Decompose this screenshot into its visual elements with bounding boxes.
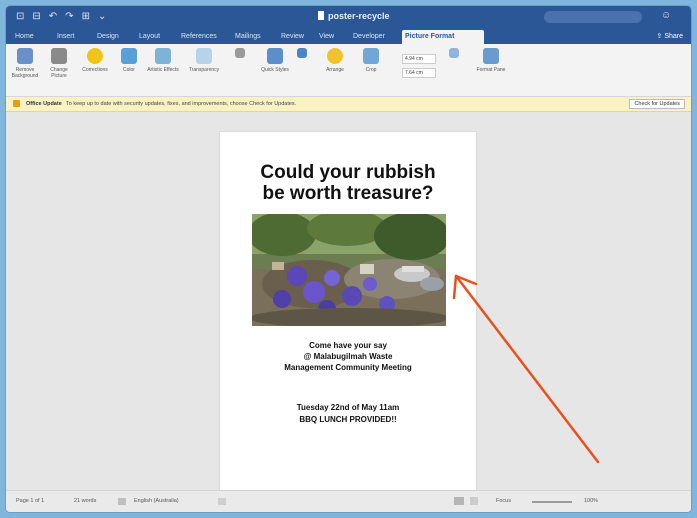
zoom-slider[interactable] <box>532 501 572 503</box>
format-pane-icon <box>483 48 499 64</box>
color-icon <box>121 48 137 64</box>
artistic-effects-button[interactable]: Artistic Effects <box>146 48 180 73</box>
focus-button[interactable]: Focus <box>496 497 511 505</box>
corrections-label: Corrections <box>82 67 108 73</box>
redo-icon[interactable]: ↷ <box>65 10 73 24</box>
transparency-button[interactable]: Transparency <box>182 48 226 73</box>
save-icon[interactable]: ⊟ <box>32 10 40 24</box>
search-input[interactable] <box>544 11 642 23</box>
arrange-label: Arrange <box>326 67 344 73</box>
update-title: Office Update <box>26 101 62 107</box>
document-canvas[interactable]: Could your rubbish be worth treasure? Co… <box>6 112 691 495</box>
remove-background-icon <box>17 48 33 64</box>
quick-access-toolbar: ⊡ ⊟ ↶ ↷ ⊞ ⌄ <box>16 10 106 24</box>
artistic-effects-icon <box>155 48 171 64</box>
accessibility-icon[interactable] <box>218 498 226 505</box>
tab-review[interactable]: Review <box>278 30 307 44</box>
zoom-level[interactable]: 100% <box>584 497 598 505</box>
poster-invitation[interactable]: Come have your say @ Malabugilmah Waste … <box>220 340 476 373</box>
height-field[interactable]: 4.94 cm <box>402 54 436 64</box>
document-title: poster-recycle <box>318 11 390 21</box>
remove-background-label: Remove Background <box>11 67 39 79</box>
print-icon[interactable]: ⊞ <box>82 10 90 24</box>
event-date-line[interactable]: Tuesday 22nd of May 11am <box>220 402 476 414</box>
web-layout-icon[interactable] <box>470 497 478 505</box>
check-for-updates-button[interactable]: Check for Updates <box>629 99 685 109</box>
invitation-line-1[interactable]: Come have your say <box>220 340 476 351</box>
share-label: Share <box>664 33 683 40</box>
proofing-icon[interactable] <box>118 498 126 505</box>
status-bar: Page 1 of 1 21 words English (Australia)… <box>6 490 691 512</box>
quick-styles-label: Quick Styles <box>261 67 289 73</box>
language-indicator[interactable]: English (Australia) <box>134 497 179 505</box>
event-lunch-line[interactable]: BBQ LUNCH PROVIDED!! <box>220 414 476 426</box>
ribbon: Remove Background Change Picture Correct… <box>6 44 691 97</box>
change-picture-label: Change Picture <box>50 67 68 79</box>
tab-references[interactable]: References <box>178 30 220 44</box>
warning-icon <box>13 100 20 107</box>
document-page[interactable]: Could your rubbish be worth treasure? Co… <box>220 132 476 495</box>
width-field[interactable]: 7.64 cm <box>402 68 436 78</box>
picture-border-icon <box>297 48 307 58</box>
ribbon-tabs: Home Insert Design Layout References Mai… <box>6 28 691 44</box>
align-icon <box>449 48 459 58</box>
tab-design[interactable]: Design <box>94 30 122 44</box>
format-pane-button[interactable]: Format Pane <box>474 48 508 73</box>
document-title-text: poster-recycle <box>328 11 390 21</box>
corrections-icon <box>87 48 103 64</box>
account-icon[interactable]: ☺ <box>661 10 671 21</box>
document-icon <box>318 11 324 20</box>
poster-photo[interactable] <box>252 214 446 326</box>
tab-home[interactable]: Home <box>12 30 37 44</box>
title-bar: ⊡ ⊟ ↶ ↷ ⊞ ⌄ poster-recycle ☺ <box>6 6 691 28</box>
align-button[interactable] <box>442 48 466 58</box>
update-notification-bar: Office Update To keep up to date with se… <box>6 97 691 112</box>
word-count[interactable]: 21 words <box>74 497 96 505</box>
change-picture-icon <box>51 48 67 64</box>
tab-developer[interactable]: Developer <box>350 30 388 44</box>
color-button[interactable]: Color <box>112 48 146 73</box>
headline-line-1[interactable]: Could your rubbish <box>220 162 476 183</box>
crop-icon <box>363 48 379 64</box>
poster-event-details[interactable]: Tuesday 22nd of May 11am BBQ LUNCH PROVI… <box>220 402 476 426</box>
change-picture-button[interactable]: Change Picture <box>42 48 76 79</box>
update-message: To keep up to date with security updates… <box>66 101 297 107</box>
tab-picture-format[interactable]: Picture Format <box>402 30 484 44</box>
compress-button[interactable] <box>228 48 252 58</box>
tab-insert[interactable]: Insert <box>54 30 78 44</box>
corrections-button[interactable]: Corrections <box>78 48 112 73</box>
print-layout-icon[interactable] <box>454 497 464 505</box>
picture-border-button[interactable] <box>290 48 314 58</box>
tab-layout[interactable]: Layout <box>136 30 163 44</box>
quick-styles-button[interactable]: Quick Styles <box>258 48 292 73</box>
invitation-line-3[interactable]: Management Community Meeting <box>220 362 476 373</box>
transparency-icon <box>196 48 212 64</box>
autosave-icon[interactable]: ⊡ <box>16 10 24 24</box>
arrange-button[interactable]: Arrange <box>318 48 352 73</box>
invitation-line-2[interactable]: @ Malabugilmah Waste <box>220 351 476 362</box>
share-button[interactable]: ⇪ Share <box>657 30 684 43</box>
rubbish-pile-image <box>252 214 446 326</box>
color-label: Color <box>123 67 135 73</box>
crop-label: Crop <box>365 67 377 73</box>
headline-line-2[interactable]: be worth treasure? <box>220 183 476 204</box>
tab-view[interactable]: View <box>316 30 337 44</box>
undo-icon[interactable]: ↶ <box>49 10 57 24</box>
quick-styles-icon <box>267 48 283 64</box>
poster-headline[interactable]: Could your rubbish be worth treasure? <box>220 162 476 204</box>
arrange-icon <box>327 48 343 64</box>
page-count[interactable]: Page 1 of 1 <box>16 497 44 505</box>
artistic-effects-label: Artistic Effects <box>147 67 179 73</box>
word-window: ⊡ ⊟ ↶ ↷ ⊞ ⌄ poster-recycle ☺ Home Insert… <box>6 6 691 512</box>
compress-icon <box>235 48 245 58</box>
tab-mailings[interactable]: Mailings <box>232 30 264 44</box>
customize-icon[interactable]: ⌄ <box>98 10 106 24</box>
transparency-label: Transparency <box>188 67 220 73</box>
remove-background-button[interactable]: Remove Background <box>8 48 42 79</box>
crop-button[interactable]: Crop <box>354 48 388 73</box>
format-pane-label: Format Pane <box>476 67 506 73</box>
